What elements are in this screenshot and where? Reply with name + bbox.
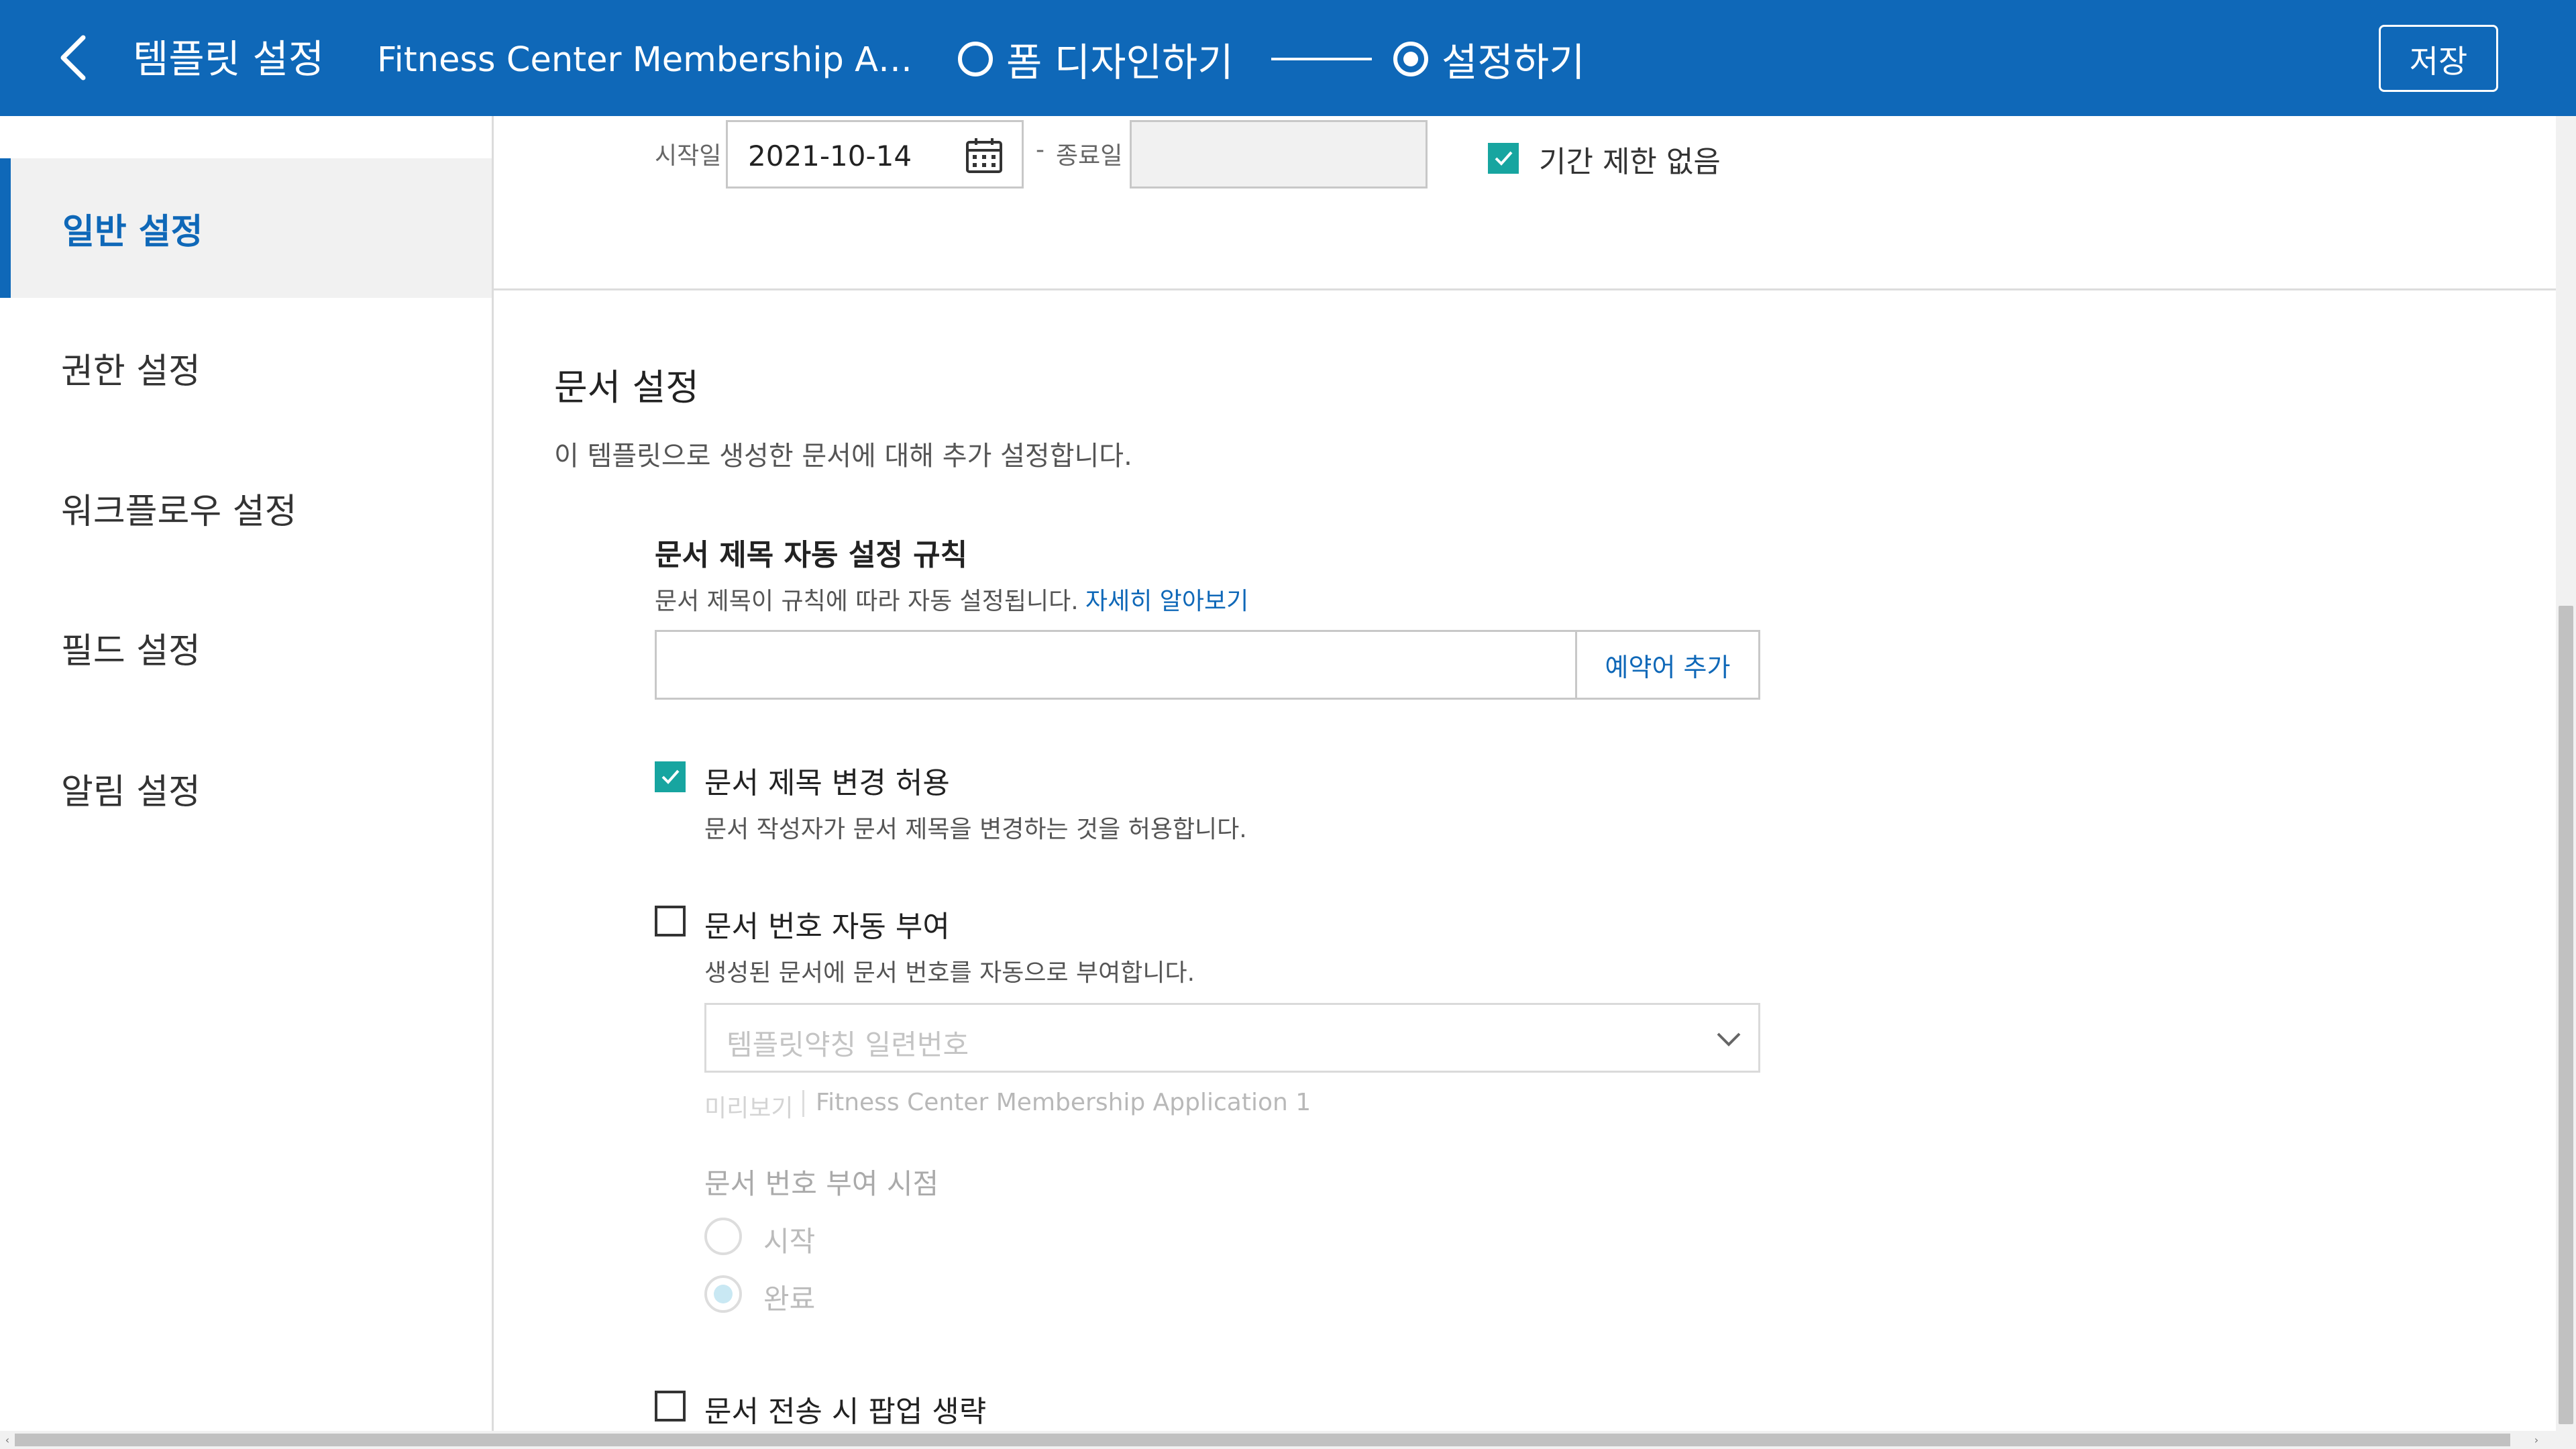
section-title: 문서 설정 bbox=[554, 366, 699, 409]
vertical-scroll-thumb[interactable] bbox=[2559, 606, 2573, 1424]
skip-popup-checkbox[interactable] bbox=[655, 1391, 686, 1421]
end-date-label: 종료일 bbox=[1056, 142, 1123, 170]
sidebar-item-label: 워크플로우 설정 bbox=[61, 491, 297, 532]
top-header: 템플릿 설정 Fitness Center Membership Appli… … bbox=[0, 0, 2576, 116]
horizontal-scrollbar[interactable]: ‹ › bbox=[0, 1431, 2576, 1449]
step-form-design[interactable]: 폼 디자인하기 bbox=[958, 31, 1234, 87]
back-button[interactable] bbox=[40, 27, 107, 89]
sidebar-item-label: 일반 설정 bbox=[62, 211, 203, 252]
unlimited-period-label: 기간 제한 없음 bbox=[1539, 145, 1721, 179]
skip-popup-label: 문서 전송 시 팝업 생략 bbox=[704, 1395, 987, 1429]
check-icon bbox=[1495, 151, 1513, 166]
calendar-icon[interactable] bbox=[965, 137, 1003, 174]
sidebar-item-notifications[interactable]: 알림 설정 bbox=[0, 718, 492, 858]
sidebar: 일반 설정 권한 설정 워크플로우 설정 필드 설정 알림 설정 bbox=[0, 116, 494, 1431]
add-reserved-word-label: 예약어 추가 bbox=[1605, 652, 1731, 682]
auto-number-checkbox[interactable] bbox=[655, 906, 686, 936]
unlimited-period-checkbox[interactable] bbox=[1488, 143, 1519, 174]
document-name: Fitness Center Membership Appli… bbox=[377, 40, 914, 80]
add-reserved-word-button[interactable]: 예약어 추가 bbox=[1575, 630, 1760, 700]
vertical-scrollbar[interactable] bbox=[2556, 116, 2576, 1431]
date-separator: - bbox=[1036, 136, 1044, 164]
sidebar-item-general[interactable]: 일반 설정 bbox=[0, 158, 492, 298]
chevron-left-icon bbox=[60, 35, 86, 80]
section-divider bbox=[494, 288, 2556, 290]
save-button[interactable]: 저장 bbox=[2379, 25, 2498, 92]
start-date-field[interactable]: 2021-10-14 bbox=[726, 120, 1024, 189]
timing-complete-label: 완료 bbox=[763, 1283, 816, 1316]
sidebar-item-permissions[interactable]: 권한 설정 bbox=[0, 298, 492, 437]
auto-title-help: 문서 제목이 규칙에 따라 자동 설정됩니다. bbox=[655, 588, 1079, 615]
number-timing-label: 문서 번호 부여 시점 bbox=[704, 1167, 939, 1200]
step-label: 설정하기 bbox=[1442, 40, 1585, 85]
allow-title-change-label: 문서 제목 변경 허용 bbox=[704, 766, 950, 800]
allow-title-change-help: 문서 작성자가 문서 제목을 변경하는 것을 허용합니다. bbox=[704, 816, 1247, 843]
scroll-right-arrow-icon[interactable]: › bbox=[2529, 1431, 2544, 1449]
sidebar-item-label: 권한 설정 bbox=[61, 351, 201, 392]
timing-complete-radio[interactable] bbox=[704, 1275, 742, 1313]
section-description: 이 템플릿으로 생성한 문서에 대해 추가 설정합니다. bbox=[554, 441, 1132, 472]
number-format-value: 템플릿약칭 일련번호 bbox=[727, 1028, 969, 1061]
end-date-field[interactable] bbox=[1130, 120, 1428, 189]
timing-start-radio[interactable] bbox=[704, 1218, 742, 1255]
preview-divider bbox=[802, 1090, 804, 1117]
timing-start-label: 시작 bbox=[763, 1225, 816, 1258]
number-format-select[interactable]: 템플릿약칭 일련번호 bbox=[704, 1003, 1760, 1073]
radio-selected-icon bbox=[1393, 42, 1428, 76]
main-content: 시작일 2021-10-14 - 종료일 기간 제한 없음 문서 설정 이 템플… bbox=[494, 116, 2556, 1431]
sidebar-item-label: 알림 설정 bbox=[61, 771, 201, 812]
start-date-value: 2021-10-14 bbox=[748, 140, 912, 172]
step-label: 폼 디자인하기 bbox=[1006, 40, 1234, 85]
step-settings[interactable]: 설정하기 bbox=[1393, 31, 1585, 87]
allow-title-change-checkbox[interactable] bbox=[655, 761, 686, 792]
step-connector bbox=[1271, 58, 1372, 60]
preview-value: Fitness Center Membership Application 1 bbox=[816, 1089, 1311, 1116]
sidebar-item-fields[interactable]: 필드 설정 bbox=[0, 578, 492, 717]
chevron-down-icon bbox=[1717, 1032, 1741, 1046]
start-date-label: 시작일 bbox=[655, 142, 722, 170]
page-title: 템플릿 설정 bbox=[133, 36, 325, 82]
auto-number-help: 생성된 문서에 문서 번호를 자동으로 부여합니다. bbox=[704, 959, 1195, 987]
horizontal-scroll-thumb[interactable] bbox=[15, 1434, 2510, 1446]
scroll-left-arrow-icon[interactable]: ‹ bbox=[0, 1431, 15, 1449]
learn-more-link[interactable]: 자세히 알아보기 bbox=[1085, 582, 1248, 616]
check-icon bbox=[661, 769, 680, 784]
sidebar-item-workflow[interactable]: 워크플로우 설정 bbox=[0, 438, 492, 578]
auto-number-label: 문서 번호 자동 부여 bbox=[704, 910, 950, 944]
auto-title-label: 문서 제목 자동 설정 규칙 bbox=[655, 538, 968, 572]
auto-title-input[interactable] bbox=[655, 630, 1578, 700]
preview-label: 미리보기 bbox=[704, 1095, 794, 1122]
sidebar-item-label: 필드 설정 bbox=[61, 631, 201, 672]
radio-ring-icon bbox=[958, 42, 993, 76]
